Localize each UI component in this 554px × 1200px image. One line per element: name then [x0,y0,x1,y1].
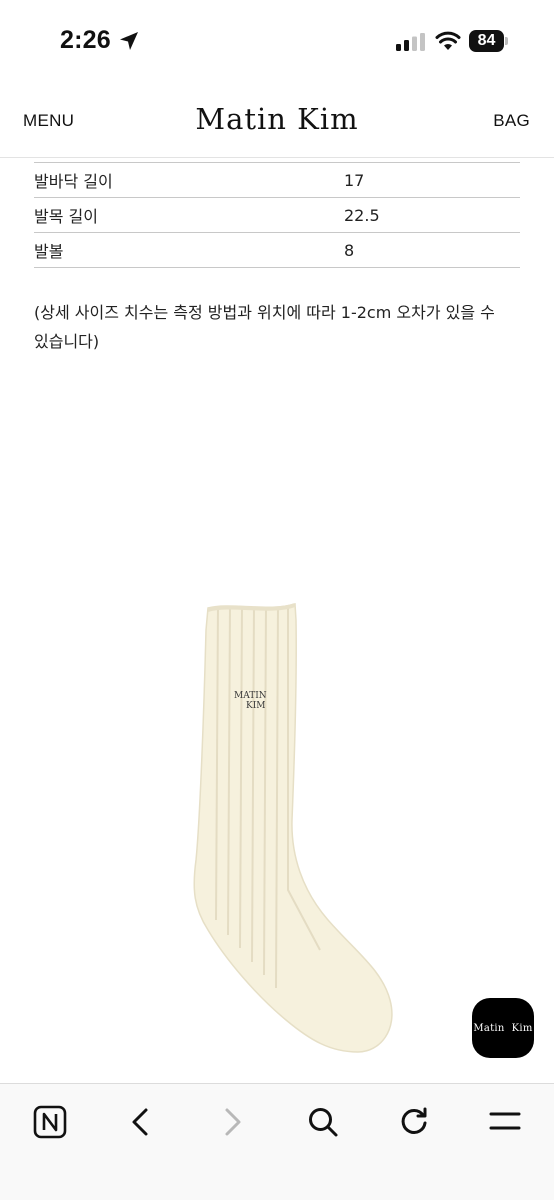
browser-toolbar [0,1083,554,1200]
size-value: 22.5 [344,205,380,225]
floating-brand-button[interactable]: Matin Kim [472,998,534,1058]
brand-logo[interactable]: Matin Kim [0,102,554,136]
back-button[interactable] [121,1102,161,1142]
back-arrow-icon [132,1108,148,1136]
table-row: 발목 길이 22.5 [34,198,520,233]
site-header: MENU Matin Kim BAG [0,84,554,158]
sock-embroidery-line2: KIM [246,701,266,711]
location-arrow-icon [120,32,138,50]
table-row: 발바닥 길이 17 [34,163,520,198]
reload-button[interactable] [394,1102,434,1142]
size-disclaimer: (상세 사이즈 치수는 측정 방법과 위치에 따라 1-2cm 오차가 있을 수… [34,303,495,351]
status-time: 2:26 [60,26,111,54]
size-value: 8 [344,240,355,260]
size-table: 발바닥 길이 17 발목 길이 22.5 발볼 8 [34,162,520,268]
cellular-signal-icon [396,33,425,51]
wifi-icon [435,31,461,50]
size-label: 발볼 [34,242,64,261]
n-app-button[interactable] [30,1102,70,1142]
sock-body [193,602,393,1053]
n-app-icon [33,1105,67,1139]
search-button[interactable] [303,1102,343,1142]
product-image-sock: MATIN KIM [193,602,393,1053]
reload-icon [401,1107,427,1134]
table-row: 발볼 8 [34,233,520,268]
battery-cap [505,37,508,45]
forward-arrow-icon [225,1108,241,1136]
bag-button[interactable]: BAG [493,111,530,131]
size-label: 발목 길이 [34,207,98,226]
size-label: 발바닥 길이 [34,172,113,191]
forward-button[interactable] [212,1102,252,1142]
sock-embroidery-line1: MATIN [234,691,267,701]
menu-lines-button[interactable] [485,1102,525,1142]
status-bar: 2:26 84 [0,0,554,84]
battery-icon: 84 [469,30,509,52]
battery-level: 84 [469,30,504,52]
search-icon [309,1108,338,1137]
menu-lines-icon [489,1112,521,1130]
size-value: 17 [344,170,365,190]
